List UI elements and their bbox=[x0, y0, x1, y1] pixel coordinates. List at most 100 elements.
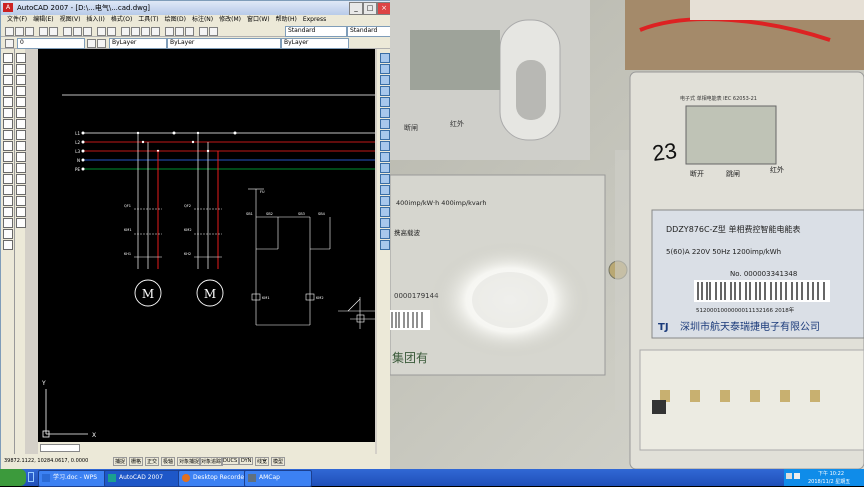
menu-draw[interactable]: 绘图(D) bbox=[165, 15, 186, 25]
toggle-model[interactable]: 模型 bbox=[271, 457, 286, 466]
dim-linear-icon[interactable] bbox=[380, 207, 390, 217]
layer-manager-icon[interactable] bbox=[5, 39, 14, 48]
join-icon[interactable] bbox=[16, 185, 26, 195]
snap-extension-icon[interactable] bbox=[380, 86, 390, 96]
cut-icon[interactable] bbox=[63, 27, 72, 36]
network-icon[interactable] bbox=[786, 473, 792, 479]
rotate-icon[interactable] bbox=[16, 119, 26, 129]
toggle-ortho[interactable]: 正交 bbox=[145, 457, 160, 466]
make-block-icon[interactable] bbox=[3, 174, 13, 184]
dim-angular-icon[interactable] bbox=[380, 240, 390, 250]
show-desktop-icon[interactable] bbox=[28, 472, 34, 482]
menu-tools[interactable]: 工具(T) bbox=[138, 15, 158, 25]
close-button[interactable]: × bbox=[377, 2, 391, 15]
snap-tangent-icon[interactable] bbox=[380, 119, 390, 129]
snap-node-icon[interactable] bbox=[380, 163, 390, 173]
arc-icon[interactable] bbox=[3, 108, 13, 118]
color-select[interactable]: ByLayer bbox=[109, 38, 167, 49]
trim-icon[interactable] bbox=[16, 152, 26, 162]
clock-time[interactable]: 下午 10:22 bbox=[818, 470, 844, 477]
maximize-button[interactable]: □ bbox=[363, 2, 377, 15]
spline-icon[interactable] bbox=[3, 141, 13, 151]
mirror-icon[interactable] bbox=[16, 75, 26, 85]
undo-icon[interactable] bbox=[97, 27, 106, 36]
polygon-icon[interactable] bbox=[3, 86, 13, 96]
design-center-icon[interactable] bbox=[175, 27, 184, 36]
properties-icon[interactable] bbox=[165, 27, 174, 36]
toggle-dyn[interactable]: DYN bbox=[239, 457, 254, 465]
extend-icon[interactable] bbox=[16, 163, 26, 173]
toggle-grid[interactable]: 栅格 bbox=[129, 457, 144, 466]
make-current-icon[interactable] bbox=[87, 39, 96, 48]
menu-insert[interactable]: 插入(I) bbox=[86, 15, 104, 25]
tool-palettes-icon[interactable] bbox=[185, 27, 194, 36]
minimize-button[interactable]: _ bbox=[349, 2, 363, 15]
snap-endpoint-icon[interactable] bbox=[380, 53, 390, 63]
print-icon[interactable] bbox=[39, 27, 48, 36]
layer-previous-icon[interactable] bbox=[97, 39, 106, 48]
line-icon[interactable] bbox=[3, 53, 13, 63]
ellipse-icon[interactable] bbox=[3, 152, 13, 162]
dim-aligned-icon[interactable] bbox=[380, 218, 390, 228]
point-icon[interactable] bbox=[3, 185, 13, 195]
text-style-select[interactable]: Standard bbox=[285, 26, 347, 37]
mtext-icon[interactable] bbox=[3, 240, 13, 250]
start-button[interactable] bbox=[0, 469, 26, 486]
toggle-otrack[interactable]: 对象追踪 bbox=[199, 457, 224, 466]
lineweight-select[interactable]: ByLayer bbox=[281, 38, 349, 49]
explode-icon[interactable] bbox=[16, 218, 26, 228]
help-icon[interactable] bbox=[209, 27, 218, 36]
save-icon[interactable] bbox=[25, 27, 34, 36]
revcloud-icon[interactable] bbox=[3, 130, 13, 140]
menu-file[interactable]: 文件(F) bbox=[7, 15, 27, 25]
zoom-window-icon[interactable] bbox=[141, 27, 150, 36]
offset-icon[interactable] bbox=[16, 86, 26, 96]
redo-icon[interactable] bbox=[107, 27, 116, 36]
erase-icon[interactable] bbox=[16, 53, 26, 63]
open-icon[interactable] bbox=[15, 27, 24, 36]
menu-modify[interactable]: 修改(M) bbox=[219, 15, 241, 25]
region-icon[interactable] bbox=[3, 218, 13, 228]
snap-insert-icon[interactable] bbox=[380, 152, 390, 162]
zoom-previous-icon[interactable] bbox=[151, 27, 160, 36]
hatch-icon[interactable] bbox=[3, 196, 13, 206]
move-icon[interactable] bbox=[16, 108, 26, 118]
taskbar-item-amcap[interactable]: AMCap bbox=[244, 470, 312, 487]
pan-icon[interactable] bbox=[121, 27, 130, 36]
polyline-icon[interactable] bbox=[3, 75, 13, 85]
snap-center-icon[interactable] bbox=[380, 97, 390, 107]
menu-edit[interactable]: 编辑(E) bbox=[33, 15, 53, 25]
toggle-polar[interactable]: 极轴 bbox=[161, 457, 176, 466]
menu-express[interactable]: Express bbox=[303, 15, 326, 25]
construction-line-icon[interactable] bbox=[3, 64, 13, 74]
dim-radius-icon[interactable] bbox=[380, 229, 390, 239]
snap-nearest-icon[interactable] bbox=[380, 174, 390, 184]
horizontal-scrollbar[interactable] bbox=[40, 444, 80, 452]
toggle-ducs[interactable]: DUCS bbox=[221, 457, 240, 465]
rectangle-icon[interactable] bbox=[3, 97, 13, 107]
stretch-icon[interactable] bbox=[16, 141, 26, 151]
paste-icon[interactable] bbox=[83, 27, 92, 36]
volume-icon[interactable] bbox=[794, 473, 800, 479]
menu-help[interactable]: 帮助(H) bbox=[276, 15, 297, 25]
chamfer-icon[interactable] bbox=[16, 196, 26, 206]
toggle-snap[interactable]: 捕捉 bbox=[113, 457, 128, 466]
menu-window[interactable]: 窗口(W) bbox=[247, 15, 270, 25]
copy-object-icon[interactable] bbox=[16, 64, 26, 74]
table-icon[interactable] bbox=[3, 229, 13, 239]
snap-perpendicular-icon[interactable] bbox=[380, 130, 390, 140]
new-icon[interactable] bbox=[5, 27, 14, 36]
menu-format[interactable]: 格式(O) bbox=[111, 15, 132, 25]
linetype-select[interactable]: ByLayer bbox=[167, 38, 281, 49]
snap-parallel-icon[interactable] bbox=[380, 141, 390, 151]
calc-icon[interactable] bbox=[199, 27, 208, 36]
toggle-lineweight[interactable]: 线宽 bbox=[255, 457, 270, 466]
gradient-icon[interactable] bbox=[3, 207, 13, 217]
title-bar[interactable]: A AutoCAD 2007 - [D:\...电气\...cad.dwg] _… bbox=[1, 1, 391, 15]
snap-midpoint-icon[interactable] bbox=[380, 64, 390, 74]
snap-intersection-icon[interactable] bbox=[380, 75, 390, 85]
snap-quadrant-icon[interactable] bbox=[380, 108, 390, 118]
scale-icon[interactable] bbox=[16, 130, 26, 140]
dim-style-select[interactable]: Standard bbox=[347, 26, 391, 37]
zoom-icon[interactable] bbox=[131, 27, 140, 36]
